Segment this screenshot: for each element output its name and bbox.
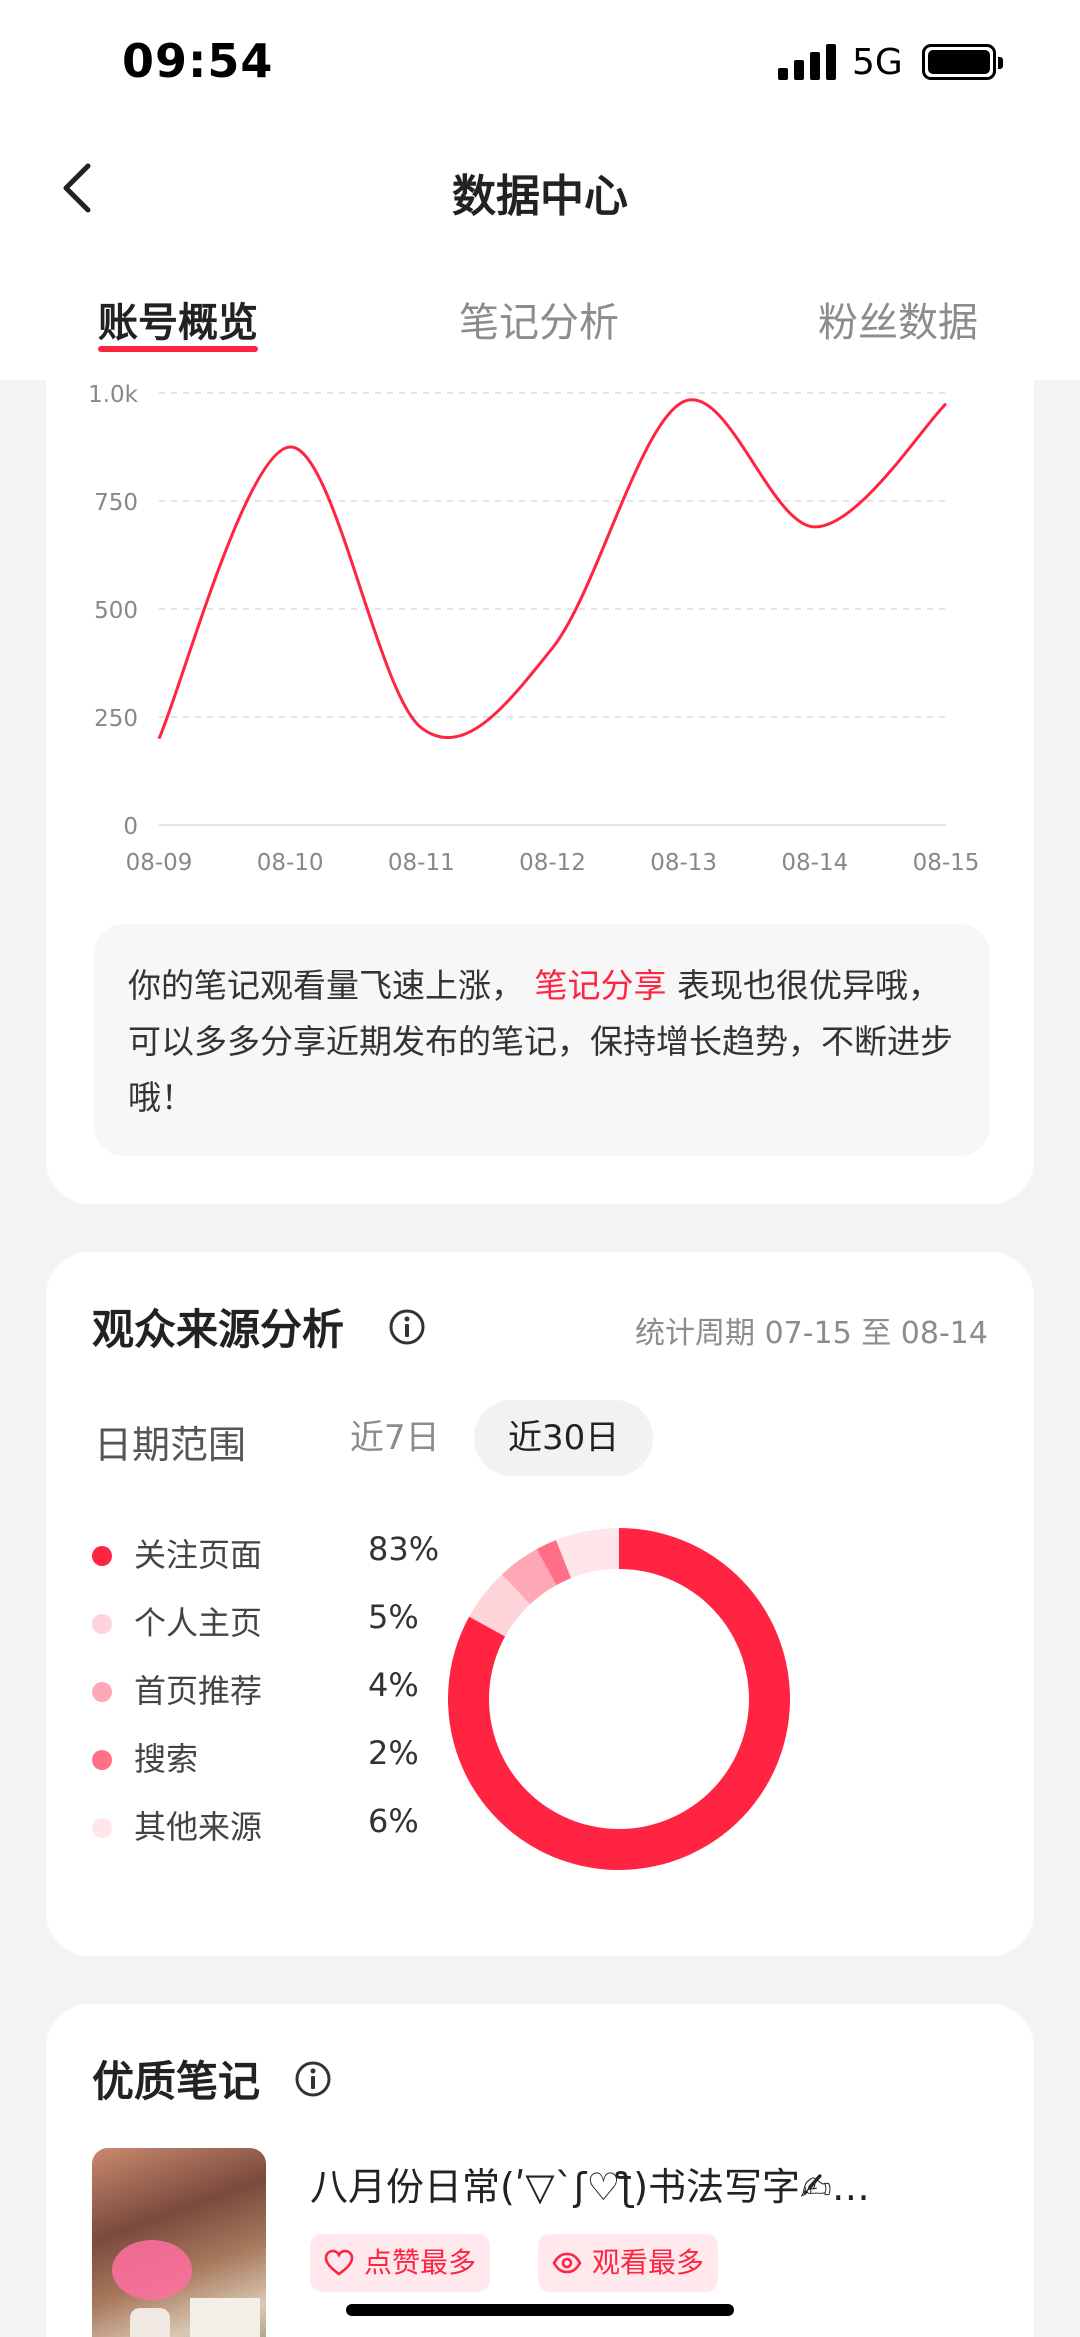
views-card: 0 250 500 750 1.0k 08-09 08-10 08-11 08-12 08-13 0…: [46, 330, 1034, 1204]
y-tick-label: 500: [94, 598, 138, 624]
status-time: 09:54: [122, 34, 274, 88]
legend-label: 个人主页: [134, 1604, 263, 1642]
tab-active-indicator: [98, 346, 258, 352]
tab-label: 账号概览: [98, 300, 258, 346]
x-tick-label: 08-09: [126, 850, 193, 876]
insight-callout: 你的笔记观看量飞速上涨， 笔记分享 表现也很优异哦，可以多多分享近期发布的笔记，…: [94, 924, 990, 1156]
legend-value: 2%: [368, 1734, 419, 1772]
range-30-days[interactable]: 近30日: [474, 1400, 654, 1476]
views-line-chart: 0 250 500 750 1.0k 08-09 08-10 08-11 08-12 08-13 0…: [88, 382, 980, 876]
source-donut-chart: [448, 1528, 790, 1870]
legend-value: 5%: [368, 1598, 419, 1636]
x-tick-label: 08-15: [913, 850, 980, 876]
legend-dot: [92, 1818, 112, 1838]
eye-icon: [552, 2252, 582, 2274]
vase-shape: [130, 2308, 170, 2337]
callout-highlight: 笔记分享: [534, 966, 667, 1005]
legend-label: 搜索: [134, 1740, 199, 1778]
battery-icon: [922, 44, 1003, 80]
info-icon[interactable]: [388, 1308, 426, 1346]
legend-dot: [92, 1682, 112, 1702]
legend-value: 4%: [368, 1666, 419, 1704]
flower-shape: [112, 2240, 192, 2300]
legend-dot: [92, 1546, 112, 1566]
tab-fan-data[interactable]: 粉丝数据: [818, 290, 978, 348]
legend-label: 关注页面: [134, 1536, 263, 1574]
tab-note-analysis[interactable]: 笔记分析: [459, 290, 619, 348]
note-thumbnail[interactable]: [92, 2148, 266, 2337]
x-tick-label: 08-12: [519, 850, 586, 876]
heart-icon: [324, 2249, 354, 2276]
badge-label: 点赞最多: [364, 2246, 477, 2279]
date-range-label: 日期范围: [94, 1423, 247, 1467]
x-tick-label: 08-10: [257, 850, 324, 876]
note-title[interactable]: 八月份日常(ʹ▽`ʃ♡ƪ)书法写字✍…: [310, 2156, 950, 2211]
section-title: 优质笔记: [92, 2057, 261, 2106]
callout-text: 你的笔记观看量飞速上涨，: [128, 966, 535, 1005]
legend-label: 首页推荐: [134, 1672, 263, 1710]
legend-item: 首页推荐 4%: [92, 1666, 419, 1734]
tab-account-overview[interactable]: 账号概览: [98, 290, 258, 352]
most-views-badge[interactable]: 观看最多: [538, 2234, 719, 2292]
section-title: 观众来源分析: [92, 1305, 345, 1354]
legend-item: 搜索 2%: [92, 1734, 419, 1802]
legend-dot: [92, 1750, 112, 1770]
network-type: 5G: [852, 42, 903, 83]
legend-label: 其他来源: [134, 1808, 263, 1846]
info-icon[interactable]: [294, 2060, 332, 2098]
range-7-days[interactable]: 近7日: [316, 1400, 474, 1476]
legend-item: 个人主页 5%: [92, 1598, 419, 1666]
quality-notes-card: 优质笔记 八月份日常(ʹ▽`ʃ♡ƪ)书法写字✍… 点赞最多 观看最多: [46, 2004, 1034, 2337]
book-shape: [190, 2298, 260, 2337]
legend-item: 其他来源 6%: [92, 1802, 419, 1870]
badge-label: 观看最多: [592, 2246, 705, 2279]
top-bar: 09:54 5G 数据中心 账号概览 笔记分析 粉丝数据: [0, 0, 1080, 380]
legend-value: 83%: [368, 1530, 440, 1568]
audience-source-card: 观众来源分析 统计周期 07-15 至 08-14 日期范围 近7日 近30日 …: [46, 1252, 1034, 1956]
x-tick-label: 08-14: [781, 850, 848, 876]
legend-item: 关注页面 83%: [92, 1530, 439, 1598]
y-tick-label: 250: [94, 706, 138, 732]
x-tick-label: 08-11: [388, 850, 455, 876]
y-tick-label: 0: [123, 814, 138, 840]
legend-dot: [92, 1614, 112, 1634]
y-tick-label: 1.0k: [88, 382, 139, 408]
tab-label: 粉丝数据: [818, 300, 978, 346]
signal-icon: [778, 44, 838, 80]
most-likes-badge[interactable]: 点赞最多: [310, 2234, 491, 2292]
x-tick-label: 08-13: [650, 850, 717, 876]
page-title: 数据中心: [452, 171, 628, 222]
stat-period: 统计周期 07-15 至 08-14: [635, 1316, 988, 1351]
tab-bar: 账号概览 笔记分析 粉丝数据: [0, 290, 1080, 352]
source-legend: 关注页面 83% 个人主页 5% 首页推荐 4% 搜索 2% 其他来源 6%: [92, 1530, 439, 1870]
views-series-line: [157, 398, 948, 740]
home-indicator: [346, 2304, 734, 2316]
y-tick-label: 750: [94, 490, 138, 516]
legend-value: 6%: [368, 1802, 419, 1840]
tab-label: 笔记分析: [459, 300, 619, 346]
